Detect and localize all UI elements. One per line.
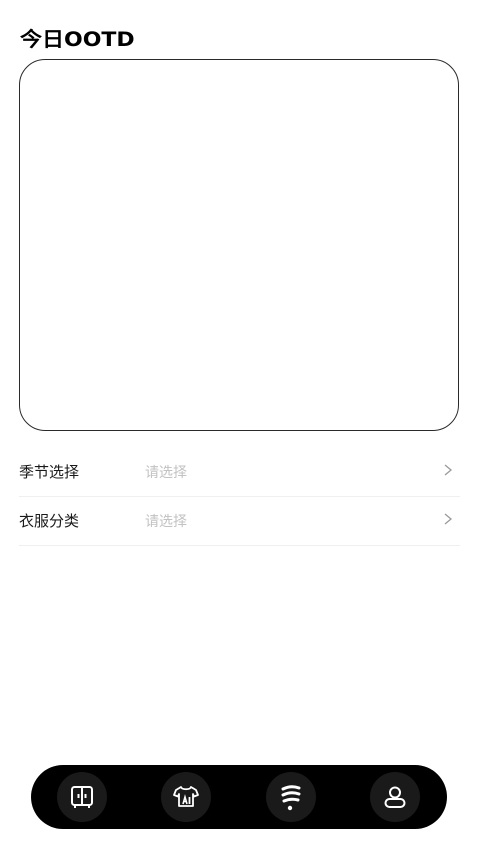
tab-wardrobe[interactable] — [57, 772, 107, 822]
clothing-category-select-row[interactable]: 衣服分类 请选择 — [19, 495, 460, 546]
category-placeholder: 请选择 — [145, 514, 187, 530]
outfit-image-area[interactable] — [19, 59, 459, 431]
page-title: 今日OOTD — [20, 29, 135, 52]
season-placeholder: 请选择 — [145, 465, 187, 481]
bottom-tab-bar — [31, 765, 447, 829]
tab-outfit[interactable] — [266, 772, 316, 822]
season-label: 季节选择 — [19, 463, 80, 481]
ai-clothes-icon — [173, 786, 199, 807]
chevron-right-icon — [444, 513, 453, 525]
outfit-icon — [281, 785, 301, 811]
tab-ai-clothes[interactable] — [161, 772, 211, 822]
season-select-row[interactable]: 季节选择 请选择 — [19, 446, 460, 497]
wardrobe-icon — [71, 786, 93, 808]
profile-icon — [384, 786, 406, 808]
category-label: 衣服分类 — [19, 512, 80, 530]
tab-profile[interactable] — [370, 772, 420, 822]
chevron-right-icon — [444, 464, 453, 476]
